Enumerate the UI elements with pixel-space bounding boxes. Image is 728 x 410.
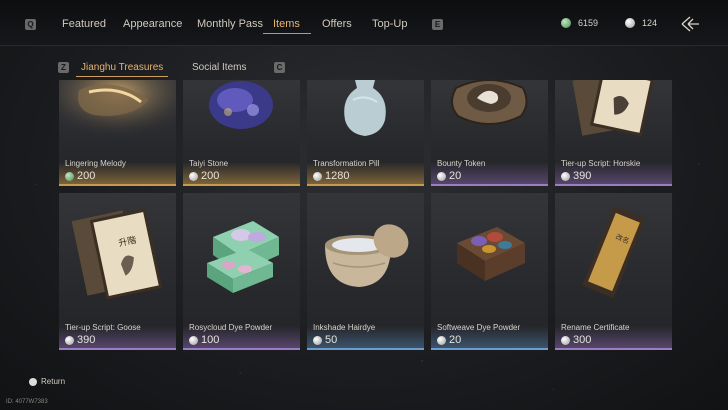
jade-currency: 6159 — [561, 17, 598, 29]
key-hint-z: Z — [58, 62, 69, 73]
item-card-bounty-token[interactable]: Bounty Token 20 — [431, 80, 548, 186]
inkshade-hairdye-image — [325, 224, 409, 287]
price-value: 200 — [77, 170, 96, 182]
item-price: 390 — [561, 170, 591, 182]
silver-balance: 124 — [642, 18, 658, 28]
item-price: 1280 — [313, 170, 349, 182]
rosycloud-dye-image — [207, 221, 279, 293]
key-hint-q: Q — [25, 19, 36, 30]
price-value: 300 — [573, 334, 592, 346]
silver-currency: 124 — [625, 17, 657, 29]
player-uid: ID: 4077W7383 — [6, 399, 48, 405]
item-price: 20 — [437, 334, 461, 346]
active-tab-indicator — [263, 33, 311, 34]
item-price: 20 — [437, 170, 461, 182]
tab-featured[interactable]: Featured — [62, 18, 106, 30]
horskie-script-image — [572, 80, 655, 137]
price-value: 20 — [449, 170, 462, 182]
tab-offers[interactable]: Offers — [322, 18, 352, 30]
item-card-rename-certificate[interactable]: 改名 Rename Certificate 300 — [555, 193, 672, 350]
silver-coin-icon — [561, 335, 570, 345]
controller-button-icon — [29, 377, 37, 386]
tab-monthly-pass[interactable]: Monthly Pass — [197, 18, 263, 30]
taiyi-stone-image — [209, 81, 273, 129]
item-card-tier-up-script-goose[interactable]: 升階 Tier-up Script: Goose 390 — [59, 193, 176, 350]
item-name: Taiyi Stone — [189, 159, 229, 168]
item-name: Tier-up Script: Goose — [65, 323, 141, 332]
item-price: 390 — [65, 334, 95, 346]
tab-top-up[interactable]: Top-Up — [372, 18, 407, 30]
back-button[interactable] — [679, 13, 701, 35]
item-card-transformation-pill[interactable]: Transformation Pill 1280 — [307, 80, 424, 186]
jade-coin-icon — [65, 171, 74, 181]
item-name: Rosycloud Dye Powder — [189, 323, 273, 332]
item-name: Inkshade Hairdye — [313, 323, 376, 332]
silver-coin-icon — [313, 171, 322, 181]
bounty-token-image — [451, 80, 528, 125]
price-value: 50 — [325, 334, 338, 346]
item-name: Bounty Token — [437, 159, 486, 168]
item-price: 200 — [65, 170, 95, 182]
silver-coin-icon — [65, 335, 74, 345]
price-value: 390 — [77, 334, 96, 346]
return-label: Return — [41, 377, 66, 386]
item-name: Softweave Dye Powder — [437, 323, 521, 332]
item-name: Rename Certificate — [561, 323, 630, 332]
tab-appearance[interactable]: Appearance — [123, 18, 182, 30]
softweave-dye-image — [457, 227, 525, 281]
price-value: 390 — [573, 170, 592, 182]
item-card-inkshade-hairdye[interactable]: Inkshade Hairdye 50 — [307, 193, 424, 350]
return-button[interactable]: Return — [29, 377, 65, 386]
jade-balance: 6159 — [578, 18, 599, 28]
item-name: Tier-up Script: Horskie — [561, 159, 641, 168]
item-price: 200 — [189, 170, 219, 182]
silver-coin-icon — [437, 171, 446, 181]
lingering-melody-image — [59, 80, 176, 146]
rename-certificate-image: 改名 — [582, 205, 646, 299]
top-navigation-bar: Q Featured Appearance Monthly Pass Items… — [0, 0, 728, 46]
silver-coin-icon — [561, 171, 570, 181]
item-card-lingering-melody[interactable]: Lingering Melody 200 — [59, 80, 176, 186]
item-price: 50 — [313, 334, 337, 346]
item-card-softweave-dye-powder[interactable]: Softweave Dye Powder 20 — [431, 193, 548, 350]
transformation-pill-image — [344, 80, 386, 136]
item-price: 300 — [561, 334, 591, 346]
silver-coin-icon — [189, 335, 198, 345]
key-hint-e: E — [432, 19, 443, 30]
jade-coin-icon — [561, 18, 571, 28]
price-value: 200 — [201, 170, 220, 182]
item-name: Lingering Melody — [65, 159, 126, 168]
price-value: 100 — [201, 334, 220, 346]
goose-script-image: 升階 — [71, 208, 163, 300]
price-value: 20 — [449, 334, 462, 346]
silver-coin-icon — [313, 335, 322, 345]
item-card-taiyi-stone[interactable]: Taiyi Stone 200 — [183, 80, 300, 186]
subtab-social-items[interactable]: Social Items — [192, 62, 246, 73]
tab-items[interactable]: Items — [273, 18, 300, 30]
active-subtab-indicator — [76, 76, 168, 77]
key-hint-c: C — [274, 62, 285, 73]
silver-coin-icon — [625, 18, 635, 28]
item-price: 100 — [189, 334, 219, 346]
item-name: Transformation Pill — [313, 159, 380, 168]
silver-coin-icon — [189, 171, 198, 181]
item-card-rosycloud-dye-powder[interactable]: Rosycloud Dye Powder 100 — [183, 193, 300, 350]
item-card-tier-up-script-horskie[interactable]: Tier-up Script: Horskie 390 — [555, 80, 672, 186]
subtab-jianghu-treasures[interactable]: Jianghu Treasures — [81, 62, 163, 73]
back-arrow-icon — [681, 16, 699, 32]
price-value: 1280 — [325, 170, 350, 182]
silver-coin-icon — [437, 335, 446, 345]
